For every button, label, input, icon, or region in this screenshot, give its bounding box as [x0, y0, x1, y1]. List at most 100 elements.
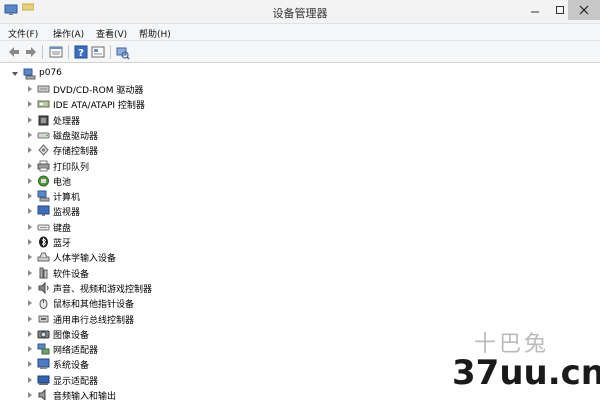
tree-item-label: IDE ATA/ATAPI 控制器	[53, 101, 145, 111]
system-device-icon	[37, 358, 50, 369]
expand-arrow-icon[interactable]	[28, 101, 32, 107]
expand-arrow-icon[interactable]	[28, 86, 32, 92]
tree-item[interactable]: 鼠标和其他指针设备	[0, 296, 260, 311]
tree-item-label: 音频输入和输出	[53, 392, 117, 400]
menu-action[interactable]: 操作(A)	[53, 27, 84, 40]
monitor-icon	[37, 205, 50, 216]
disk-drive-icon	[37, 132, 50, 139]
tree-item-label: DVD/CD-ROM 驱动器	[53, 86, 144, 96]
tree-item-label: 声音、视频和游戏控制器	[53, 285, 153, 295]
tree-item-label: 图像设备	[53, 331, 90, 341]
tree-item[interactable]: 监视器	[0, 204, 260, 219]
expand-arrow-icon[interactable]	[28, 163, 32, 169]
toolbar-separator	[42, 45, 43, 59]
properties-icon[interactable]	[48, 44, 64, 60]
maximize-icon	[556, 6, 564, 14]
expand-arrow-icon[interactable]	[28, 239, 32, 245]
tree-item-label: 键盘	[53, 224, 72, 234]
tree-item-label: 人体学输入设备	[53, 254, 117, 264]
back-arrow-icon[interactable]	[6, 44, 22, 60]
tree-item-label: 通用串行总线控制器	[53, 316, 135, 326]
expand-arrow-icon[interactable]	[28, 224, 32, 230]
close-button[interactable]	[568, 0, 600, 20]
tree-item[interactable]: 系统设备	[0, 357, 260, 372]
tree-item[interactable]: 软件设备	[0, 266, 260, 281]
tree-item[interactable]: 计算机	[0, 189, 260, 204]
expand-arrow-icon[interactable]	[28, 208, 32, 214]
tree-item[interactable]: 声音、视频和游戏控制器	[0, 281, 260, 296]
show-hidden-icon[interactable]	[90, 44, 106, 60]
computer-icon	[23, 68, 36, 80]
tree-item[interactable]: 显示适配器	[0, 373, 260, 388]
tree-item-label: 鼠标和其他指针设备	[53, 300, 135, 310]
tree-item[interactable]: 人体学输入设备	[0, 250, 260, 265]
tree-item[interactable]: 键盘	[0, 220, 260, 235]
tree-item-label: 网络适配器	[53, 346, 99, 356]
expand-arrow-icon[interactable]	[28, 117, 32, 123]
printer-icon	[37, 160, 50, 172]
close-icon	[579, 5, 589, 15]
software-device-icon	[39, 267, 48, 279]
tree-item[interactable]: DVD/CD-ROM 驱动器	[0, 82, 260, 97]
tree-item[interactable]: 电池	[0, 174, 260, 189]
tree-item-label: 处理器	[53, 117, 81, 127]
computer-icon	[37, 190, 50, 202]
expand-arrow-icon[interactable]	[28, 178, 32, 184]
display-adapter-icon	[37, 375, 50, 385]
menu-file[interactable]: 文件(F)	[8, 27, 38, 40]
tree-item[interactable]: 图像设备	[0, 327, 260, 342]
expand-arrow-icon[interactable]	[28, 346, 32, 352]
expand-arrow-icon[interactable]	[28, 285, 32, 291]
expand-arrow-icon[interactable]	[28, 377, 32, 383]
expand-arrow-icon[interactable]	[28, 316, 32, 322]
expand-arrow-icon[interactable]	[28, 193, 32, 199]
tree-item-label: 电池	[53, 178, 72, 188]
expand-arrow-icon[interactable]	[28, 331, 32, 337]
sound-icon	[38, 282, 49, 294]
watermark-text: 37uu.cn	[452, 353, 600, 393]
hid-icon	[37, 252, 50, 262]
tree-item[interactable]: 通用串行总线控制器	[0, 312, 260, 327]
tree-item-label: 蓝牙	[53, 239, 72, 249]
tree-item[interactable]: 网络适配器	[0, 342, 260, 357]
tree-root[interactable]: p076	[0, 67, 200, 82]
tree-item[interactable]: 音频输入和输出	[0, 388, 260, 400]
storage-controller-icon	[38, 144, 49, 156]
root-label: p076	[39, 68, 62, 78]
expand-arrow-icon[interactable]	[28, 361, 32, 367]
bluetooth-icon	[39, 236, 48, 248]
tree-item[interactable]: IDE ATA/ATAPI 控制器	[0, 97, 260, 112]
tree-item-label: 系统设备	[53, 361, 90, 371]
expand-arrow-icon[interactable]	[28, 254, 32, 260]
expand-arrow-icon[interactable]	[28, 147, 32, 153]
expand-arrow-icon[interactable]	[28, 270, 32, 276]
tree-item-label: 磁盘驱动器	[53, 132, 99, 142]
window-title: 设备管理器	[272, 7, 328, 20]
keyboard-icon	[37, 224, 50, 231]
battery-icon	[38, 175, 49, 187]
minimize-icon	[531, 11, 539, 13]
expand-arrow-icon[interactable]	[12, 72, 18, 76]
help-icon[interactable]: ?	[73, 44, 89, 60]
tree-item-label: 打印队列	[53, 163, 90, 173]
scan-hardware-icon[interactable]	[114, 44, 130, 60]
tree-item[interactable]: 存储控制器	[0, 143, 260, 158]
toolbar: ?	[0, 41, 600, 63]
expand-arrow-icon[interactable]	[28, 132, 32, 138]
network-adapter-icon	[37, 343, 50, 355]
menu-bar: 文件(F) 操作(A) 查看(V) 帮助(H)	[0, 24, 600, 41]
forward-arrow-icon[interactable]	[23, 44, 39, 60]
ide-controller-icon	[37, 100, 50, 108]
tree-item[interactable]: 磁盘驱动器	[0, 128, 260, 143]
usb-controller-icon	[38, 315, 49, 323]
tree-item[interactable]: 处理器	[0, 113, 260, 128]
menu-help[interactable]: 帮助(H)	[139, 27, 171, 40]
tree-item-label: 监视器	[53, 208, 81, 218]
expand-arrow-icon[interactable]	[28, 300, 32, 306]
tree-item[interactable]: 蓝牙	[0, 235, 260, 250]
tree-item-label: 显示适配器	[53, 377, 99, 387]
expand-arrow-icon[interactable]	[28, 392, 32, 398]
tree-item[interactable]: 打印队列	[0, 159, 260, 174]
audio-io-icon	[38, 389, 46, 400]
menu-view[interactable]: 查看(V)	[96, 27, 127, 40]
